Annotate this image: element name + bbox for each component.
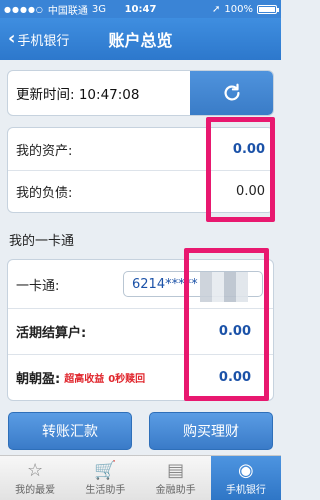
- demand-label: 活期结算户:: [16, 326, 87, 341]
- promo-high-yield: 超高收益: [64, 374, 105, 385]
- battery-percent: 100%: [224, 3, 253, 15]
- carrier-name: 中国联通: [47, 5, 88, 17]
- buy-finance-button[interactable]: 购买理财: [149, 412, 273, 450]
- highlight-box-accounts: [184, 248, 269, 401]
- chevron-left-icon: ‹: [8, 28, 16, 49]
- back-button[interactable]: ‹ 手机银行: [0, 30, 100, 49]
- section-title: 我的一卡通: [9, 234, 75, 249]
- zhaozhao-info: 朝朝盈: 超高收益 0秒赎回: [16, 368, 145, 387]
- zhaozhao-label: 朝朝盈:: [16, 372, 61, 387]
- promo-instant-redeem: 0秒赎回: [108, 374, 146, 385]
- signal-icon: ●●●●○: [4, 4, 44, 14]
- highlight-box-assets: [206, 117, 275, 222]
- tab-label: 生活助手: [85, 484, 126, 496]
- back-label: 手机银行: [17, 33, 70, 49]
- finance-icon: ▤: [167, 459, 185, 481]
- refresh-button[interactable]: [190, 71, 273, 115]
- tab-bar: ☆ 我的最爱 🛒 生活助手 ▤ 金融助手 ◉ 手机银行: [0, 455, 281, 500]
- tab-life-helper[interactable]: 🛒 生活助手: [70, 456, 140, 500]
- location-icon: ➚: [212, 3, 221, 15]
- star-icon: ☆: [27, 459, 44, 481]
- update-time: 更新时间: 10:47:08: [16, 87, 140, 103]
- tab-label: 金融助手: [155, 484, 196, 496]
- my-debt-label: 我的负债:: [16, 186, 73, 201]
- bank-icon: ◉: [238, 459, 254, 481]
- nav-bar: ‹ 手机银行 账户总览: [0, 18, 281, 60]
- refresh-icon: [224, 83, 240, 101]
- tab-favorites[interactable]: ☆ 我的最爱: [0, 456, 70, 500]
- tab-label: 我的最爱: [15, 484, 56, 496]
- battery-icon: [257, 4, 279, 14]
- tab-finance-helper[interactable]: ▤ 金融助手: [141, 456, 211, 500]
- tab-label: 手机银行: [225, 484, 266, 496]
- status-time: 10:47: [124, 3, 157, 15]
- network-type: 3G: [91, 3, 107, 15]
- cart-icon: 🛒: [94, 459, 117, 481]
- transfer-button[interactable]: 转账汇款: [8, 412, 132, 450]
- update-time-bar: 更新时间: 10:47:08: [7, 70, 274, 116]
- tab-mobile-bank[interactable]: ◉ 手机银行: [210, 456, 281, 500]
- status-bar: ●●●●○ 中国联通 3G 10:47 ➚ 100%: [0, 0, 281, 18]
- my-assets-label: 我的资产:: [16, 143, 73, 159]
- card-label: 一卡通:: [16, 278, 60, 294]
